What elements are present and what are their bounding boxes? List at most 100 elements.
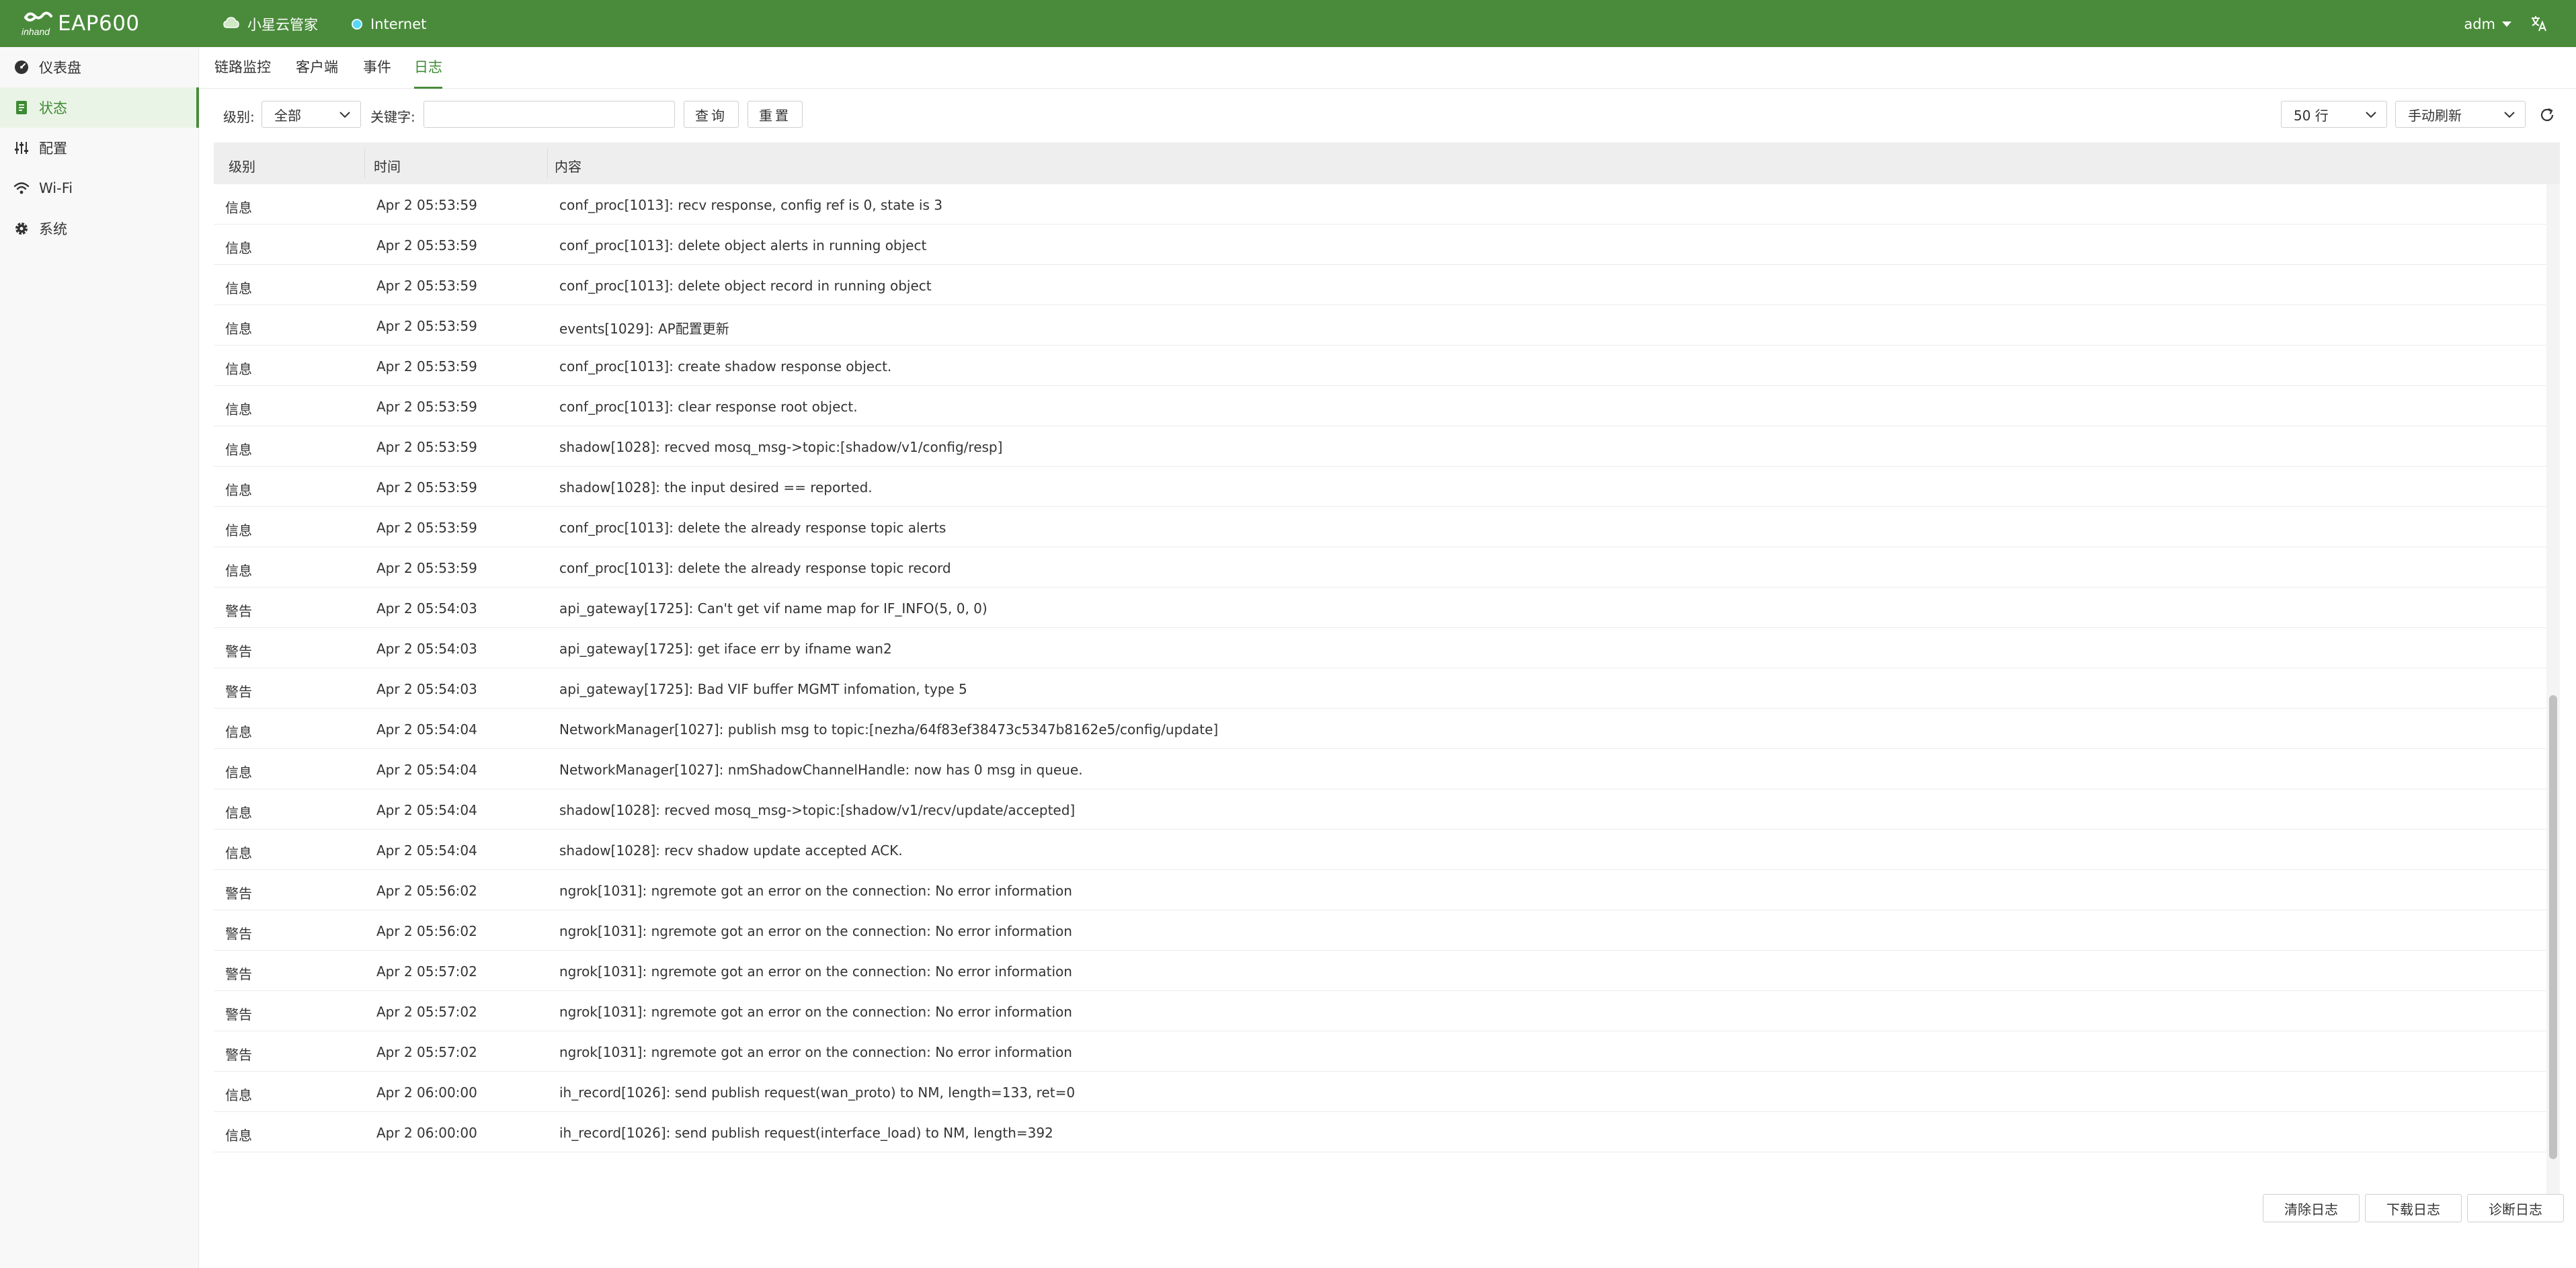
log-time-cell: Apr 2 05:53:59 [376,479,477,496]
user-name: adm [2464,16,2495,32]
log-level-cell: 信息 [225,805,252,821]
refresh-icon[interactable] [2539,107,2555,123]
scrollbar-thumb[interactable] [2549,695,2557,1159]
log-time-cell: Apr 2 06:00:00 [376,1084,477,1101]
refresh-mode-select[interactable]: 手动刷新 [2395,101,2526,128]
query-button[interactable]: 查询 [684,101,739,128]
log-level-cell: 信息 [225,442,252,458]
download-logs-button[interactable]: 下载日志 [2365,1194,2462,1222]
log-content-cell: ngrok[1031]: ngremote got an error on th… [559,923,1072,939]
log-content-cell: ngrok[1031]: ngremote got an error on th… [559,1004,1072,1020]
table-row: 信息 Apr 2 05:53:59 conf_proc[1013]: delete … [214,547,2546,588]
keyword-input[interactable] [424,101,675,128]
cloud-manager-link[interactable]: 小星云管家 [223,13,318,35]
log-content-cell: conf_proc[1013]: delete the already resp… [559,520,947,536]
table-row: 警告 Apr 2 05:54:03 api_gateway[1725]: get i… [214,628,2546,668]
log-content-cell: NetworkManager[1027]: publish msg to top… [559,721,1219,738]
diagnose-logs-button[interactable]: 诊断日志 [2467,1194,2564,1222]
sidebar-item-config[interactable]: 配置 [0,128,198,168]
log-content-cell: conf_proc[1013]: delete object record in… [559,278,932,294]
log-level-cell: 信息 [225,1087,252,1103]
user-menu[interactable]: adm [2464,13,2511,35]
language-icon[interactable] [2530,15,2548,32]
cloud-manager-label: 小星云管家 [247,17,318,33]
log-level-cell: 警告 [225,966,252,982]
log-content-cell: ngrok[1031]: ngremote got an error on th… [559,883,1072,899]
log-time-cell: Apr 2 05:54:03 [376,600,477,617]
column-header-time: 时间 [374,159,401,175]
log-content-cell: api_gateway[1725]: Bad VIF buffer MGMT i… [559,681,967,697]
tab-logs[interactable]: 日志 [414,56,442,89]
log-time-cell: Apr 2 05:56:02 [376,923,477,939]
table-row: 信息 Apr 2 05:54:04 NetworkManager[1027]: pu… [214,709,2546,749]
brand-logo[interactable]: inhand EAP600 [20,8,140,39]
sidebar-item-status[interactable]: 状态 [0,87,199,128]
table-row: 警告 Apr 2 05:56:02 ngrok[1031]: ngremote go… [214,870,2546,910]
gear-icon [15,223,28,235]
clear-logs-button[interactable]: 清除日志 [2263,1194,2360,1222]
log-level-cell: 信息 [225,280,252,296]
log-level-cell: 警告 [225,926,252,942]
level-select[interactable]: 全部 [261,101,361,128]
log-content-cell: conf_proc[1013]: create shadow response … [559,358,892,374]
table-row: 信息 Apr 2 05:53:59 conf_proc[1013]: delete … [214,225,2546,265]
column-divider [547,148,548,179]
chevron-down-icon [2366,112,2376,118]
column-header-level: 级别 [229,159,255,175]
table-row: 信息 Apr 2 05:53:59 conf_proc[1013]: clear r… [214,386,2546,426]
log-time-cell: Apr 2 05:53:59 [376,237,477,253]
table-body: 信息 Apr 2 05:53:59 conf_proc[1013]: recv re… [214,184,2546,1152]
log-level-cell: 信息 [225,482,252,498]
chevron-down-icon [2502,22,2511,27]
log-time-cell: Apr 2 05:53:59 [376,439,477,455]
sidebar-item-system[interactable]: 系统 [0,208,198,249]
log-level-cell: 信息 [225,200,252,216]
log-time-cell: Apr 2 05:53:59 [376,197,477,213]
table-row: 信息 Apr 2 05:53:59 conf_proc[1013]: create … [214,346,2546,386]
log-time-cell: Apr 2 05:54:04 [376,842,477,859]
table-row: 信息 Apr 2 05:54:04 shadow[1028]: recv shado… [214,830,2546,870]
table-row: 信息 Apr 2 05:53:59 shadow[1028]: recved mos… [214,426,2546,467]
log-time-cell: Apr 2 05:54:04 [376,762,477,778]
log-time-cell: Apr 2 05:54:03 [376,681,477,697]
sidebar-item-wifi[interactable]: Wi-Fi [0,168,198,208]
column-header-content: 内容 [555,159,581,175]
log-level-cell: 信息 [225,724,252,740]
log-time-cell: Apr 2 05:53:59 [376,560,477,576]
sidebar-item-dashboard[interactable]: 仪表盘 [0,47,198,87]
internet-status[interactable]: Internet [352,13,426,35]
log-content-cell: api_gateway[1725]: get iface err by ifna… [559,641,892,657]
svg-text:inhand: inhand [22,26,50,37]
log-content-cell: shadow[1028]: recved mosq_msg->topic:[sh… [559,439,1003,455]
sidebar-item-label: 配置 [39,141,67,157]
log-content-cell: shadow[1028]: recved mosq_msg->topic:[sh… [559,802,1076,818]
log-time-cell: Apr 2 05:53:59 [376,520,477,536]
cloud-icon [223,16,239,33]
log-time-cell: Apr 2 06:00:00 [376,1125,477,1141]
keyword-label: 关键字: [370,109,415,125]
log-level-cell: 信息 [225,764,252,781]
log-level-cell: 警告 [225,1006,252,1023]
tab-link-monitor[interactable]: 链路监控 [214,56,271,87]
log-content-cell: NetworkManager[1027]: nmShadowChannelHan… [559,762,1083,778]
log-time-cell: Apr 2 05:54:03 [376,641,477,657]
table-scrollbar[interactable] [2546,184,2560,1202]
reset-button[interactable]: 重置 [748,101,803,128]
log-actions: 清除日志 下载日志 诊断日志 [200,1194,2576,1224]
rows-per-page-select[interactable]: 50 行 [2281,101,2387,128]
config-icon [15,142,28,154]
internet-label: Internet [370,16,427,32]
tab-clients[interactable]: 客户端 [296,56,338,87]
sidebar-item-label: 状态 [39,100,67,116]
inhand-logo-icon: inhand [20,8,55,39]
log-time-cell: Apr 2 05:57:02 [376,1004,477,1020]
log-level-cell: 信息 [225,563,252,579]
log-time-cell: Apr 2 05:57:02 [376,1044,477,1060]
table-row: 信息 Apr 2 05:54:04 shadow[1028]: recved mos… [214,789,2546,830]
log-content-cell: ih_record[1026]: send publish request(wa… [559,1084,1076,1101]
table-header: 级别 时间 内容 [214,143,2560,184]
chevron-down-icon [2504,112,2515,118]
level-label: 级别: [223,109,255,125]
dashboard-icon [15,61,28,74]
tab-events[interactable]: 事件 [363,56,391,87]
